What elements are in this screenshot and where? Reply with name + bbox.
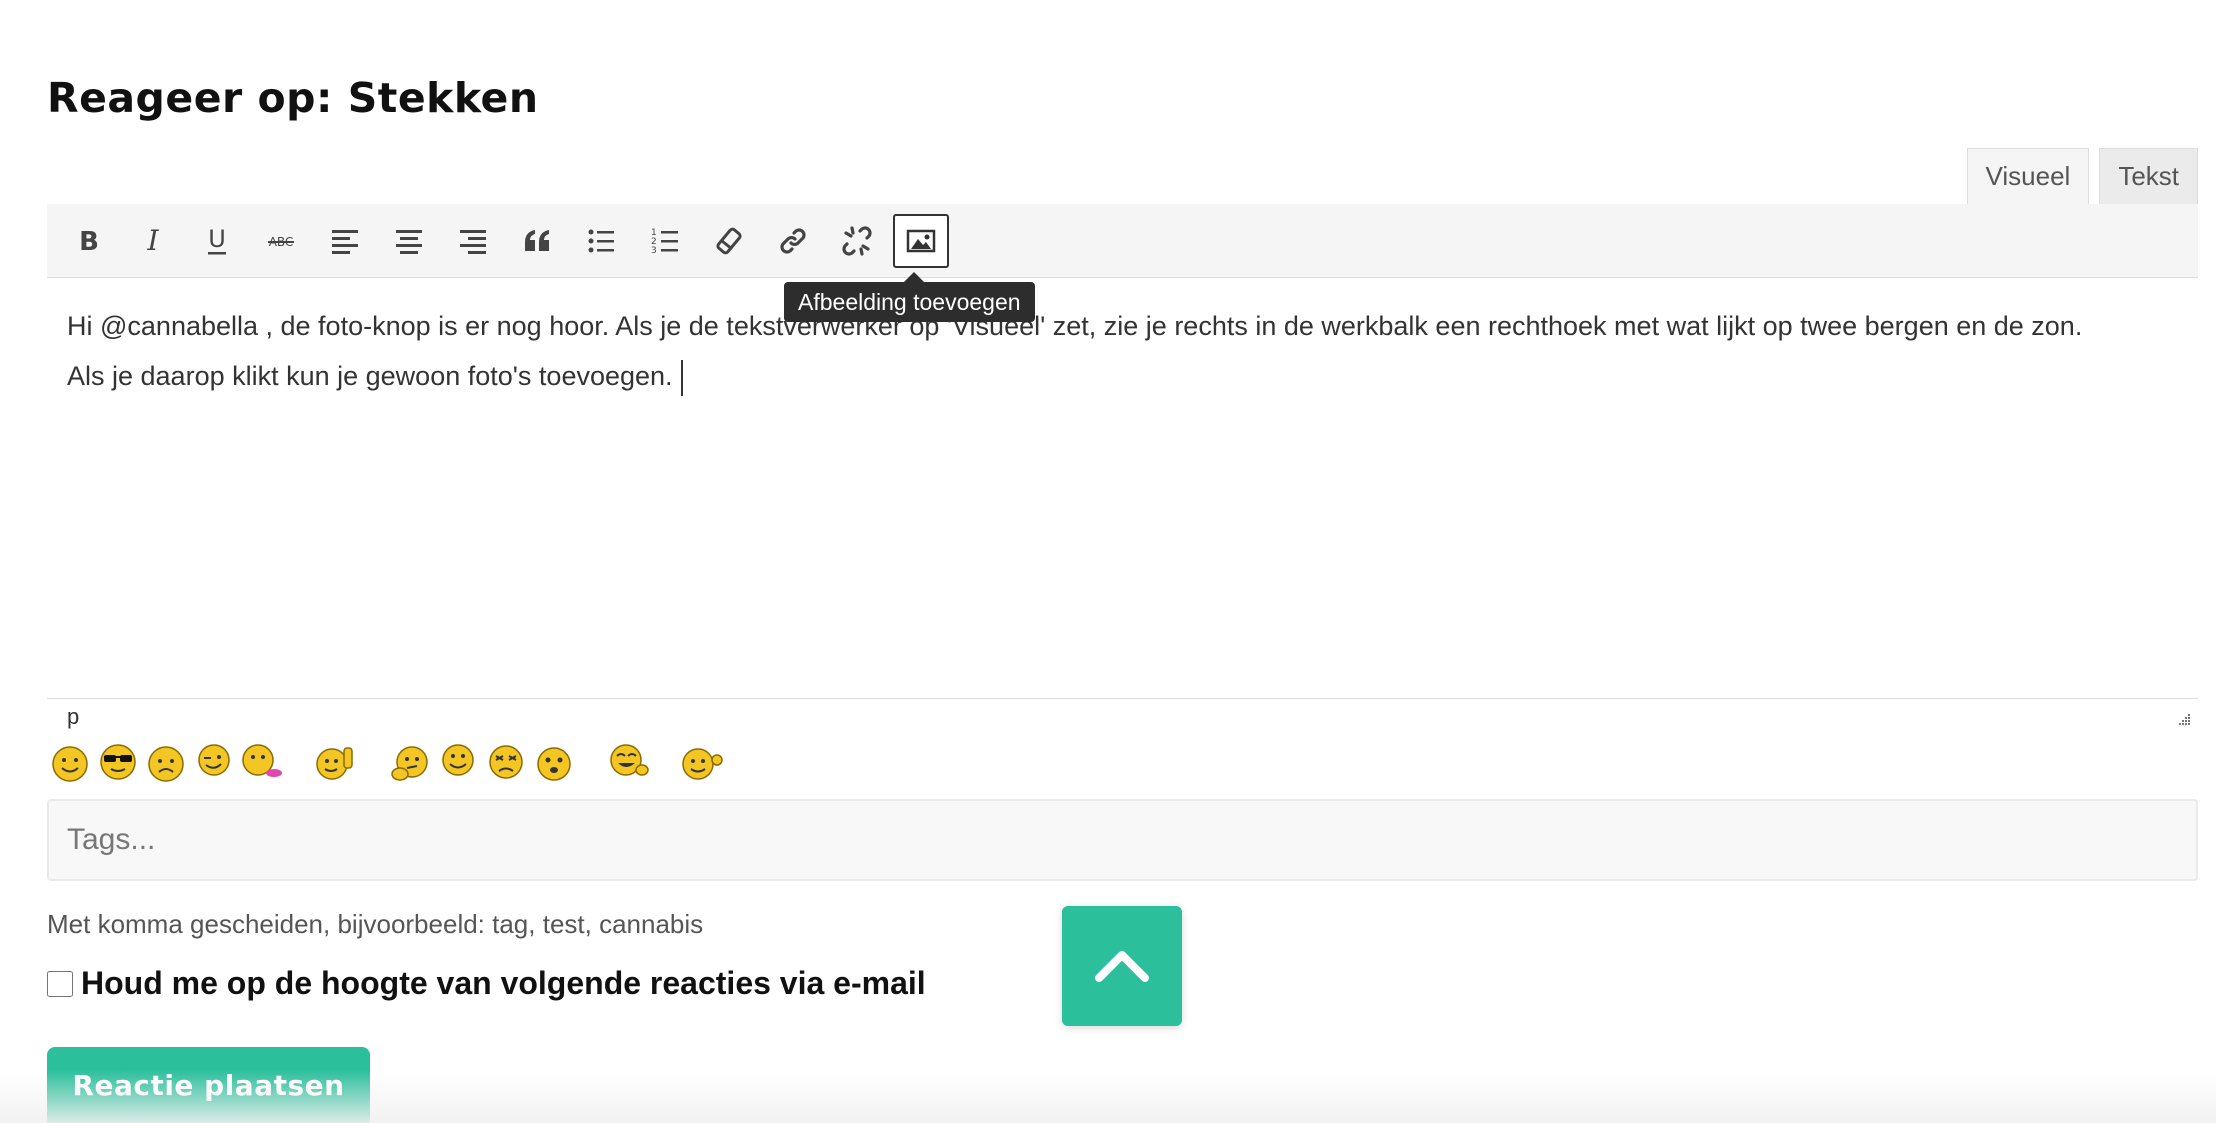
remove-link-button[interactable] bbox=[829, 214, 885, 268]
editor-text-line-2-content: Als je daarop klikt kun je gewoon foto's… bbox=[67, 361, 673, 391]
italic-button[interactable]: I bbox=[125, 214, 181, 268]
editor-content-area[interactable]: Hi @cannabella , de foto-knop is er nog … bbox=[47, 279, 2198, 699]
thinking-icon[interactable] bbox=[388, 740, 432, 784]
svg-text:B: B bbox=[79, 227, 99, 257]
blockquote-button[interactable] bbox=[509, 214, 565, 268]
numbered-list-icon: 123 bbox=[651, 228, 678, 256]
editor-toolbar: B I U ABC 123 bbox=[47, 204, 2198, 278]
sad-icon[interactable] bbox=[144, 740, 188, 784]
link-icon bbox=[780, 227, 806, 254]
align-right-button[interactable] bbox=[445, 214, 501, 268]
thumbs-up-icon[interactable] bbox=[314, 740, 358, 784]
blockquote-icon bbox=[525, 229, 549, 251]
scroll-to-top-button[interactable] bbox=[1062, 906, 1182, 1026]
resize-handle-icon[interactable] bbox=[2176, 712, 2192, 728]
align-left-icon bbox=[332, 229, 358, 254]
confused-icon[interactable] bbox=[484, 740, 528, 784]
tab-visueel[interactable]: Visueel bbox=[1966, 148, 2090, 204]
bold-icon: B bbox=[79, 227, 99, 257]
laughing-icon[interactable] bbox=[606, 740, 650, 784]
editor-mode-tabs: Visueel Tekst bbox=[1966, 148, 2198, 204]
wave-icon[interactable] bbox=[680, 740, 724, 784]
surprised-icon[interactable] bbox=[532, 740, 576, 784]
clear-formatting-button[interactable] bbox=[701, 214, 757, 268]
subscribe-row: Houd me op de hoogte van volgende reacti… bbox=[47, 965, 926, 1002]
subscribe-label[interactable]: Houd me op de hoogte van volgende reacti… bbox=[81, 965, 926, 1002]
submit-comment-button[interactable]: Reactie plaatsen bbox=[47, 1047, 370, 1123]
smile-icon[interactable] bbox=[48, 740, 92, 784]
bullet-list-button[interactable] bbox=[573, 214, 629, 268]
wink-icon[interactable] bbox=[192, 740, 236, 784]
image-icon bbox=[906, 229, 936, 252]
text-caret bbox=[680, 359, 683, 396]
strikethrough-icon: ABC bbox=[268, 235, 294, 249]
insert-link-button[interactable] bbox=[765, 214, 821, 268]
underline-button[interactable]: U bbox=[189, 214, 245, 268]
align-center-icon bbox=[396, 229, 422, 254]
tags-input[interactable] bbox=[47, 799, 2198, 881]
add-image-button[interactable] bbox=[893, 213, 949, 268]
bold-button[interactable]: B bbox=[61, 214, 117, 268]
subscribe-checkbox[interactable] bbox=[47, 970, 73, 997]
chevron-up-icon bbox=[1095, 951, 1149, 982]
cool-icon[interactable] bbox=[96, 740, 140, 784]
numbered-list-button[interactable]: 123 bbox=[637, 214, 693, 268]
editor-text-line-1: Hi @cannabella , de foto-knop is er nog … bbox=[67, 311, 2083, 341]
underline-icon: U bbox=[208, 225, 226, 254]
eraser-icon bbox=[716, 227, 742, 254]
strikethrough-button[interactable]: ABC bbox=[253, 214, 309, 268]
bullet-list-icon bbox=[588, 229, 614, 252]
editor-element-path[interactable]: p bbox=[67, 704, 79, 730]
page-title: Reageer op: Stekken bbox=[47, 74, 539, 122]
align-right-icon bbox=[460, 229, 486, 254]
image-button-tooltip: Afbeelding toevoegen bbox=[784, 272, 1035, 322]
align-left-button[interactable] bbox=[317, 214, 373, 268]
svg-text:U: U bbox=[208, 225, 226, 253]
kiss-icon[interactable] bbox=[240, 740, 284, 784]
smilies-bar bbox=[48, 740, 728, 784]
align-center-button[interactable] bbox=[381, 214, 437, 268]
unlink-icon bbox=[842, 225, 872, 256]
svg-text:I: I bbox=[146, 225, 159, 257]
happy-icon[interactable] bbox=[436, 740, 480, 784]
italic-icon: I bbox=[146, 225, 159, 257]
tags-hint: Met komma gescheiden, bijvoorbeeld: tag,… bbox=[47, 909, 704, 939]
editor-text-line-2: Als je daarop klikt kun je gewoon foto's… bbox=[67, 351, 2178, 401]
svg-text:3: 3 bbox=[651, 246, 657, 256]
tab-tekst[interactable]: Tekst bbox=[2099, 148, 2198, 204]
